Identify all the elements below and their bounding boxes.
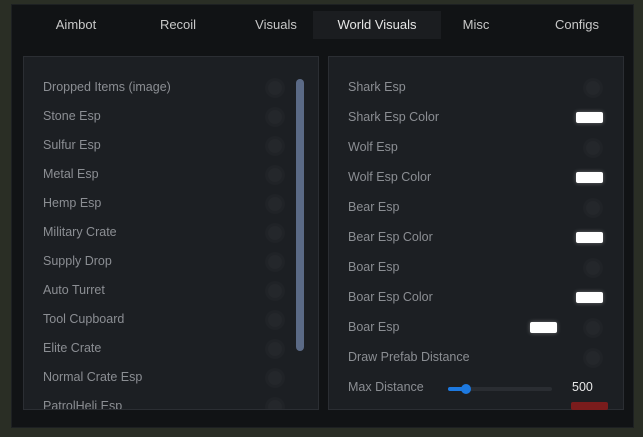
right-option-row: Wolf Esp [329,137,623,159]
left-option-row: Auto Turret [24,280,318,302]
option-label: Stone Esp [43,109,101,123]
right-option-row: Shark Esp [329,77,623,99]
option-toggle[interactable] [268,226,282,240]
option-label: Dropped Items (image) [43,80,171,94]
max-distance-value: 500 [572,380,593,394]
option-label: Elite Crate [43,341,102,355]
left-option-row: Hemp Esp [24,193,318,215]
option-label: Draw Prefab Distance [348,350,470,364]
tab-bar: Aimbot Recoil Visuals World Visuals Misc… [12,11,633,41]
option-toggle[interactable] [586,141,600,155]
option-toggle[interactable] [268,400,282,409]
option-toggle[interactable] [586,351,600,365]
max-distance-label: Max Distance [348,380,424,394]
option-toggle[interactable] [268,255,282,269]
left-option-row: Normal Crate Esp [24,367,318,389]
option-label: Bear Esp Color [348,230,433,244]
slider-knob[interactable] [460,384,471,394]
left-option-row: Supply Drop [24,251,318,273]
option-label: Metal Esp [43,167,99,181]
right-option-row: Wolf Esp Color [329,167,623,189]
left-panel-scrollbar[interactable] [296,79,304,351]
right-option-row: Shark Esp Color [329,107,623,129]
option-toggle[interactable] [268,81,282,95]
option-label: Normal Crate Esp [43,370,143,384]
option-label: Bear Esp [348,200,400,214]
option-toggle[interactable] [268,168,282,182]
right-option-row: Boar Esp Color [329,287,623,309]
left-option-row: Metal Esp [24,164,318,186]
option-toggle[interactable] [268,342,282,356]
option-label: Supply Drop [43,254,112,268]
cheat-menu-window: Aimbot Recoil Visuals World Visuals Misc… [11,4,634,428]
left-options-panel: PatrolHeli Esp Normal Crate Esp Elite Crat… [23,56,319,410]
option-label: Military Crate [43,225,117,239]
left-option-row: Elite Crate [24,338,318,360]
option-label: Boar Esp [348,260,400,274]
left-option-row: Stone Esp [24,106,318,128]
option-toggle[interactable] [268,197,282,211]
left-option-row: PatrolHeli Esp [24,396,318,410]
option-toggle[interactable] [268,313,282,327]
option-label: Boar Esp [348,320,400,334]
option-label: Shark Esp [348,80,406,94]
max-distance-slider[interactable] [448,384,552,394]
right-option-row: Boar Esp [329,257,623,279]
color-swatch[interactable] [576,292,603,303]
option-label: PatrolHeli Esp [43,399,123,410]
color-swatch[interactable] [530,322,557,333]
right-option-row: Bear Esp Color [329,227,623,249]
right-option-row: Draw Prefab Distance [329,347,623,369]
left-option-row: Tool Cupboard [24,309,318,331]
right-option-row: Boar Esp [329,317,623,339]
option-toggle[interactable] [268,110,282,124]
tab-configs[interactable]: Configs [513,11,641,39]
option-label: Auto Turret [43,283,105,297]
option-toggle[interactable] [586,261,600,275]
option-toggle[interactable] [268,139,282,153]
color-swatch[interactable] [576,232,603,243]
option-label: Sulfur Esp [43,138,101,152]
option-label: Wolf Esp [348,140,398,154]
option-toggle[interactable] [586,321,600,335]
option-label: Hemp Esp [43,196,102,210]
right-options-panel: Draw Prefab Distance Boar Esp Boar Esp Col… [328,56,624,410]
option-toggle[interactable] [586,81,600,95]
option-toggle[interactable] [268,371,282,385]
option-label: Tool Cupboard [43,312,125,326]
option-label: Boar Esp Color [348,290,433,304]
left-option-row: Military Crate [24,222,318,244]
max-distance-row: Max Distance 500 [329,377,623,399]
color-swatch[interactable] [576,172,603,183]
color-swatch[interactable] [576,112,603,123]
option-label: Wolf Esp Color [348,170,432,184]
option-toggle[interactable] [268,284,282,298]
right-option-row: Bear Esp [329,197,623,219]
option-label: Shark Esp Color [348,110,440,124]
danger-button[interactable] [571,402,608,410]
left-option-row: Sulfur Esp [24,135,318,157]
left-option-row: Dropped Items (image) [24,77,318,99]
option-toggle[interactable] [586,201,600,215]
